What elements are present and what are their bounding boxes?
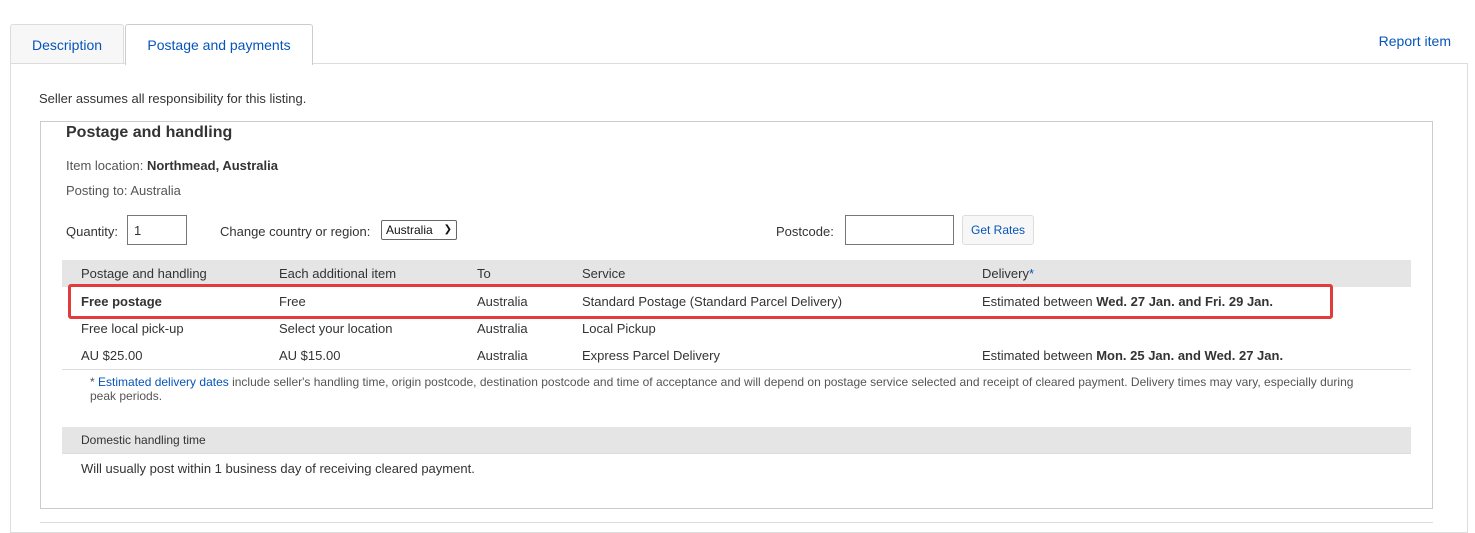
header-delivery-label: Delivery [982, 266, 1029, 281]
postage-heading: Postage and handling [66, 124, 233, 141]
bottom-rule [40, 522, 1433, 523]
domestic-handling-text: Will usually post within 1 business day … [81, 461, 475, 476]
header-to: To [477, 266, 491, 281]
seller-note: Seller assumes all responsibility for th… [39, 91, 307, 106]
table-row-3-to: Australia [477, 348, 528, 363]
table-row-3-service: Express Parcel Delivery [582, 348, 720, 363]
table-row-2-handling: Free local pick-up [81, 321, 184, 336]
domestic-handling-header [62, 427, 1411, 453]
estimated-delivery-dates-link[interactable]: Estimated delivery dates [98, 375, 229, 389]
table-row-2-to: Australia [477, 321, 528, 336]
get-rates-button[interactable]: Get Rates [962, 215, 1034, 245]
country-selected: Australia [386, 223, 433, 237]
tab-postage-and-payments[interactable]: Postage and payments [125, 24, 313, 65]
country-select[interactable]: Australia ❯ [381, 220, 457, 240]
tab-description[interactable]: Description [10, 24, 124, 64]
tab-postage-label: Postage and payments [147, 37, 291, 53]
domestic-divider [62, 453, 1411, 454]
item-location-value: Northmead, Australia [146, 158, 278, 173]
postcode-input[interactable] [845, 215, 954, 245]
header-service: Service [582, 266, 626, 281]
domestic-handling-label: Domestic handling time [81, 433, 206, 447]
delivery-footnote: * Estimated delivery dates include selle… [90, 375, 1354, 403]
table-row-3-delivery: Estimated between Mon. 25 Jan. and Wed. … [982, 348, 1284, 363]
quantity-label: Quantity: [66, 224, 119, 239]
report-item-link[interactable]: Report item [1379, 33, 1451, 49]
highlight-box [68, 284, 1333, 319]
table-row-3-additional: AU $15.00 [279, 348, 341, 363]
posting-to: Posting to: Australia [66, 183, 181, 198]
header-additional: Each additional item [279, 266, 397, 281]
table-divider [62, 369, 1411, 370]
table-row-2-service: Local Pickup [582, 321, 656, 336]
header-delivery: Delivery* [982, 266, 1034, 281]
table-row-3-handling: AU $25.00 [81, 348, 143, 363]
delivery-asterisk-link[interactable]: * [1029, 266, 1034, 281]
quantity-input[interactable] [127, 215, 187, 245]
item-location: Item location: Northmead, Australia [66, 158, 278, 173]
item-location-label: Item location: [66, 158, 144, 173]
table-header [62, 260, 1411, 287]
table-row-2-additional: Select your location [279, 321, 393, 336]
tab-description-label: Description [31, 36, 103, 53]
header-handling: Postage and handling [81, 266, 207, 281]
postcode-label: Postcode: [776, 224, 834, 239]
country-label: Change country or region: [220, 224, 371, 239]
chevron-down-icon: ❯ [443, 224, 452, 235]
